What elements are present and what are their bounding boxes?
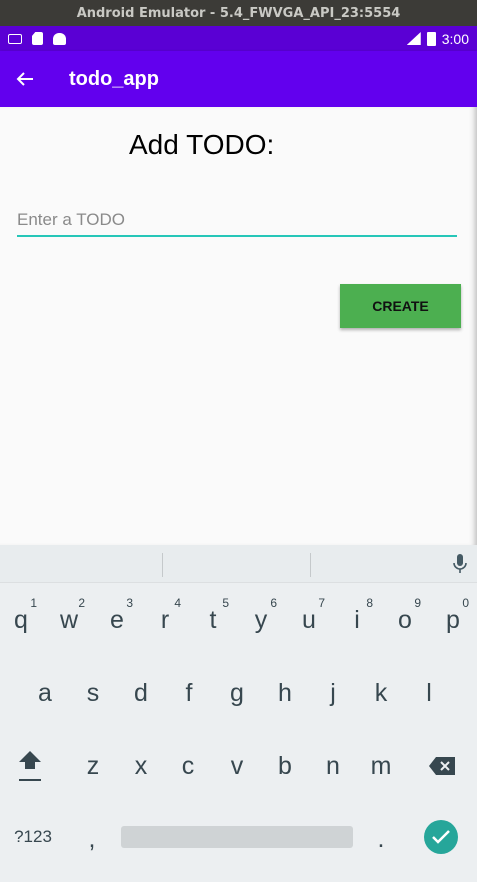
- soft-keyboard: q1 w2 e3 r4 t5 y6 u7 i8 o9 p0 a s d f g …: [0, 545, 477, 882]
- key[interactable]: x: [117, 736, 165, 796]
- key-label: r: [160, 605, 170, 634]
- key[interactable]: s: [69, 663, 117, 723]
- android-debug-icon: [53, 32, 66, 45]
- symbols-key[interactable]: ?123: [9, 807, 57, 867]
- key-label: p: [446, 605, 460, 634]
- key[interactable]: z: [69, 736, 117, 796]
- arrow-back-icon: [16, 72, 33, 86]
- key[interactable]: p0: [429, 590, 477, 650]
- key[interactable]: r4: [141, 590, 189, 650]
- microphone-icon[interactable]: [453, 554, 467, 574]
- key-hint: 4: [174, 596, 181, 610]
- key-hint: 2: [78, 596, 85, 610]
- key-hint: 3: [126, 596, 133, 610]
- period-key[interactable]: .: [357, 809, 405, 869]
- key-hint: 5: [222, 596, 229, 610]
- backspace-icon: [429, 757, 455, 775]
- app-title: todo_app: [69, 67, 159, 90]
- key-hint: 9: [414, 596, 421, 610]
- key[interactable]: h: [261, 663, 309, 723]
- create-button[interactable]: CREATE: [340, 284, 461, 328]
- key-label: e: [110, 605, 124, 634]
- main-content: Add TODO: CREATE: [0, 107, 477, 545]
- key[interactable]: y6: [237, 590, 285, 650]
- suggestion-divider: [162, 553, 163, 577]
- key[interactable]: a: [21, 663, 69, 723]
- emulator-title: Android Emulator - 5.4_FWVGA_API_23:5554: [76, 5, 401, 21]
- key[interactable]: o9: [381, 590, 429, 650]
- key[interactable]: q1: [0, 590, 45, 650]
- network-type-label: LTE: [402, 30, 416, 37]
- key[interactable]: u7: [285, 590, 333, 650]
- shift-key[interactable]: [6, 736, 54, 796]
- key-label: t: [209, 605, 217, 634]
- key-label: o: [398, 605, 412, 634]
- key[interactable]: f: [165, 663, 213, 723]
- shift-icon: [19, 751, 41, 781]
- check-icon: [432, 830, 450, 844]
- app-bar: todo_app: [0, 51, 477, 107]
- key[interactable]: t5: [189, 590, 237, 650]
- key-label: u: [302, 605, 316, 634]
- key[interactable]: i8: [333, 590, 381, 650]
- key[interactable]: m: [357, 736, 405, 796]
- key[interactable]: j: [309, 663, 357, 723]
- key-hint: 0: [462, 596, 469, 610]
- sd-card-icon: [32, 32, 43, 45]
- key[interactable]: d: [117, 663, 165, 723]
- back-button[interactable]: [0, 51, 50, 107]
- key-label: w: [59, 605, 79, 634]
- key[interactable]: g: [213, 663, 261, 723]
- status-time: 3:00: [441, 30, 469, 47]
- key[interactable]: w2: [45, 590, 93, 650]
- emulator-title-bar: Android Emulator - 5.4_FWVGA_API_23:5554: [0, 0, 477, 26]
- page-title: Add TODO:: [129, 129, 275, 160]
- comma-key[interactable]: ,: [68, 809, 116, 869]
- key[interactable]: n: [309, 736, 357, 796]
- key[interactable]: b: [261, 736, 309, 796]
- suggestion-strip: [0, 545, 477, 583]
- key-label: i: [354, 605, 360, 634]
- keyboard-icon: [8, 33, 22, 44]
- backspace-key[interactable]: [418, 736, 466, 796]
- keyboard-row-2: a s d f g h j k l: [0, 663, 477, 733]
- key[interactable]: l: [405, 663, 453, 723]
- key[interactable]: e3: [93, 590, 141, 650]
- key-label: y: [254, 605, 268, 634]
- keyboard-row-1: q1 w2 e3 r4 t5 y6 u7 i8 o9 p0: [0, 590, 477, 660]
- enter-key[interactable]: [424, 820, 458, 854]
- suggestion-divider: [310, 553, 311, 577]
- todo-input[interactable]: [17, 205, 457, 237]
- battery-icon: [426, 31, 436, 46]
- key[interactable]: v: [213, 736, 261, 796]
- key-hint: 1: [30, 596, 37, 610]
- status-bar: LTE 3:00: [0, 26, 477, 51]
- key-hint: 8: [366, 596, 373, 610]
- key[interactable]: c: [164, 736, 212, 796]
- signal-icon: LTE: [406, 32, 421, 45]
- key-hint: 6: [270, 596, 277, 610]
- key-hint: 7: [318, 596, 325, 610]
- key-label: q: [14, 605, 28, 634]
- keyboard-row-3: z x c v b n m: [0, 736, 477, 806]
- spacebar[interactable]: [121, 826, 353, 848]
- key[interactable]: k: [357, 663, 405, 723]
